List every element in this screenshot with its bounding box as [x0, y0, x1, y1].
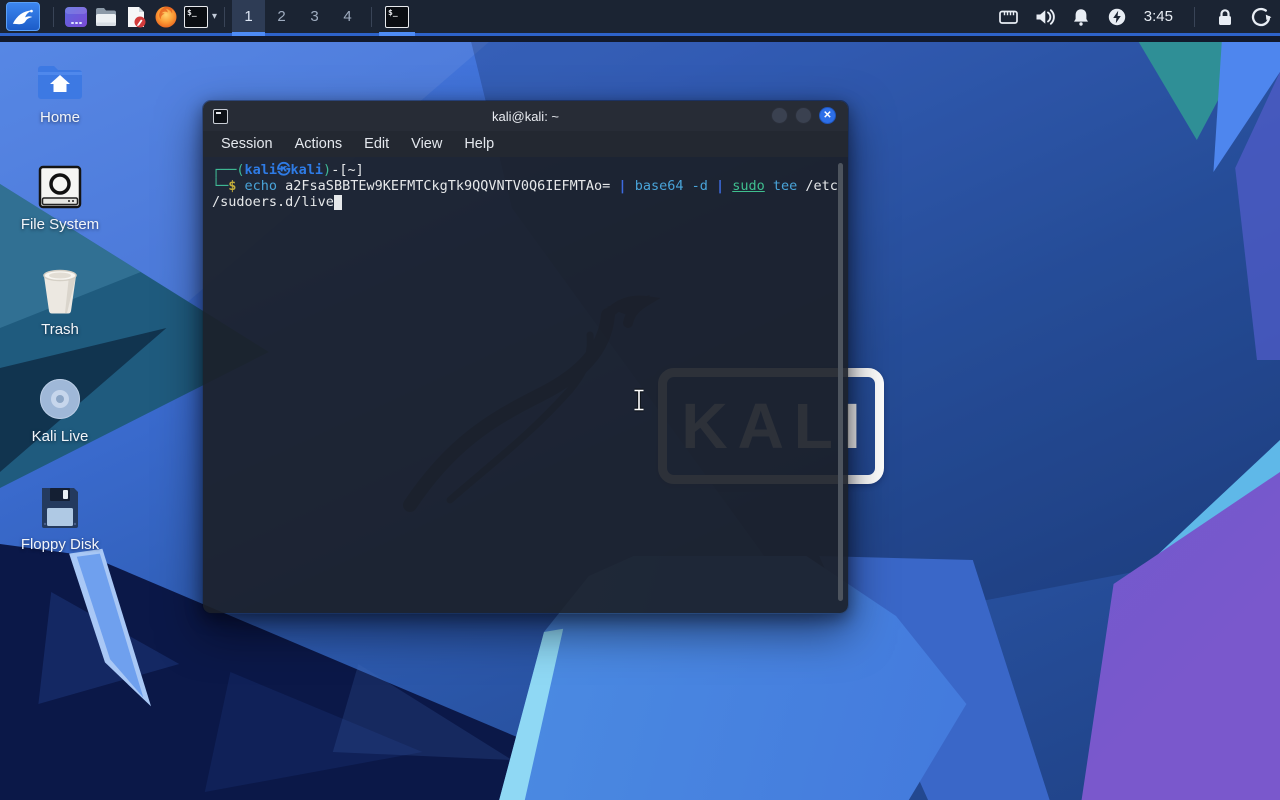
workspace-4[interactable]: 4 — [331, 0, 364, 33]
terminal-text-segment: a2FsaSBBTEw9KEFMTCkgTk9QQVNTV0Q6IEFMTAo= — [285, 178, 619, 194]
menu-view[interactable]: View — [401, 133, 452, 155]
terminal-text-segment: tee — [764, 178, 806, 194]
terminal-text-segment: echo — [244, 178, 286, 194]
terminal-icon: $_ — [184, 5, 208, 28]
desktop-icon-label: Kali Live — [31, 428, 89, 445]
trash-bin-icon — [8, 268, 112, 314]
kali-logo-icon — [12, 9, 33, 24]
notifications-bell-icon[interactable] — [1068, 4, 1094, 30]
firefox-icon — [155, 6, 177, 27]
terminal-text-segment: sudo — [732, 178, 765, 194]
logout-icon[interactable] — [1248, 4, 1274, 30]
chevron-down-icon[interactable]: ▾ — [212, 11, 217, 22]
menu-actions[interactable]: Actions — [285, 133, 353, 155]
ibeam-cursor-icon — [634, 388, 644, 412]
menu-help[interactable]: Help — [454, 133, 504, 155]
volume-icon[interactable] — [1032, 4, 1058, 30]
launcher-text-editor[interactable] — [121, 3, 151, 31]
desktop-icon-floppy-disk[interactable]: Floppy Disk — [8, 483, 112, 553]
kali-desktop: KALI Home File System — [0, 0, 1280, 800]
file-manager-icon — [96, 7, 116, 26]
maximize-button[interactable] — [795, 107, 812, 124]
terminal-output: ┌──(kali㉿kali)-[~] └─$ echo a2FsaSBBTEw9K… — [212, 162, 839, 210]
terminal-line: /sudoers.d/live — [212, 194, 839, 210]
desktop-icon-label: File System — [20, 216, 100, 233]
top-panel: $_ ▾ 1 2 3 4 $_ 3:45 — [0, 0, 1280, 42]
desktop-icon-kali-live[interactable]: Kali Live — [8, 375, 112, 445]
terminal-menubar: Session Actions Edit View Help — [203, 131, 848, 157]
hard-drive-icon — [8, 163, 112, 209]
lock-screen-icon[interactable] — [1212, 4, 1238, 30]
home-folder-icon — [8, 56, 112, 102]
panel-substrip — [0, 36, 1280, 42]
desktop-icon-label: Trash — [41, 321, 79, 338]
launcher-terminal[interactable]: $_ — [181, 3, 211, 31]
network-icon[interactable] — [996, 4, 1022, 30]
window-title: kali@kali: ~ — [491, 108, 560, 124]
terminal-text-segment: ┌──( — [212, 162, 245, 178]
terminal-window: kali@kali: ~ ✕ Session Actions Edit View… — [202, 100, 849, 614]
optical-disc-icon — [8, 375, 112, 421]
terminal-text-segment: └─ — [212, 178, 229, 194]
desktop-icon-label: Floppy Disk — [20, 536, 100, 553]
app-grid-icon — [65, 6, 87, 27]
terminal-text-segment: | — [618, 178, 635, 194]
desktop-icon-home[interactable]: Home — [8, 56, 112, 126]
workspace-2[interactable]: 2 — [265, 0, 298, 33]
window-titlebar[interactable]: kali@kali: ~ ✕ — [203, 101, 848, 131]
text-editor-icon — [128, 6, 146, 27]
applications-menu-button[interactable] — [6, 2, 40, 31]
taskbar-terminal-button[interactable]: $_ — [379, 0, 416, 36]
minimize-button[interactable] — [771, 107, 788, 124]
menu-edit[interactable]: Edit — [354, 133, 399, 155]
panel-clock[interactable]: 3:45 — [1140, 8, 1177, 25]
terminal-scrollbar[interactable] — [838, 163, 843, 601]
panel-separator — [224, 6, 226, 27]
workspace-3[interactable]: 3 — [298, 0, 331, 33]
terminal-text-segment: /sudoers.d/live — [212, 194, 334, 210]
terminal-text-segment: ) — [323, 162, 332, 178]
launcher-app-grid[interactable] — [61, 3, 91, 31]
desktop-icon-trash[interactable]: Trash — [8, 268, 112, 338]
terminal-cursor — [333, 195, 342, 210]
terminal-text-segment: -[~] — [331, 162, 364, 178]
panel-separator — [1194, 6, 1195, 27]
close-button[interactable]: ✕ — [819, 107, 836, 124]
terminal-text-segment: kali㉿kali — [244, 162, 324, 178]
terminal-text-segment: /etc — [805, 178, 838, 194]
terminal-text-segment: | — [715, 178, 733, 194]
terminal-line: └─$ echo a2FsaSBBTEw9KEFMTCkgTk9QQVNTV0Q… — [212, 178, 839, 194]
workspace-1[interactable]: 1 — [232, 0, 266, 36]
menu-session[interactable]: Session — [211, 133, 283, 155]
panel-separator — [371, 6, 373, 27]
terminal-body[interactable]: ┌──(kali㉿kali)-[~] └─$ echo a2FsaSBBTEw9K… — [203, 157, 848, 613]
terminal-text-segment: base64 -d — [634, 178, 716, 194]
desktop-icon-label: Home — [39, 109, 80, 126]
panel-separator — [53, 6, 54, 27]
power-manager-icon[interactable] — [1104, 4, 1130, 30]
terminal-line: ┌──(kali㉿kali)-[~] — [212, 162, 839, 178]
floppy-disk-icon — [8, 483, 112, 529]
terminal-icon: $_ — [385, 5, 410, 28]
desktop-icon-file-system[interactable]: File System — [8, 163, 112, 233]
launcher-file-manager[interactable] — [91, 3, 121, 31]
terminal-text-segment: $ — [228, 178, 245, 194]
launcher-firefox[interactable] — [151, 3, 181, 31]
